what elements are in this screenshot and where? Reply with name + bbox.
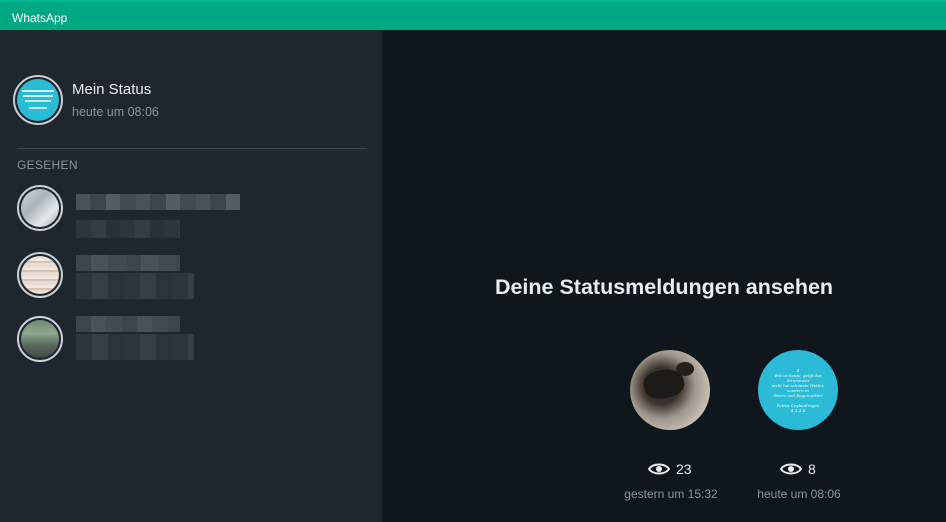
contact-avatar xyxy=(21,256,59,294)
divider xyxy=(17,148,367,149)
window-titlebar: WhatsApp xyxy=(0,0,946,30)
my-status-thumbnail-2[interactable]: 4 Wie es heute, geigt das Strommeer nicht … xyxy=(758,350,838,430)
view-count-2[interactable]: 8 xyxy=(780,461,816,477)
view-count-1[interactable]: 23 xyxy=(648,461,692,477)
status-time-2: heute um 08:06 xyxy=(757,487,841,501)
app-title: WhatsApp xyxy=(12,11,68,25)
section-header-seen: GESEHEN xyxy=(17,158,78,172)
contact-avatar xyxy=(21,320,59,358)
status-viewer-panel: Deine Statusmeldungen ansehen 23 gestern… xyxy=(382,30,946,522)
status-time-1: gestern um 15:32 xyxy=(624,487,718,501)
my-status-time: heute um 08:06 xyxy=(72,105,159,119)
blurred-contact-name xyxy=(76,255,180,271)
blurred-contact-time xyxy=(76,220,180,238)
my-status-title: Mein Status xyxy=(72,81,152,98)
viewer-heading: Deine Statusmeldungen ansehen xyxy=(494,275,834,299)
view-count-label: 23 xyxy=(676,461,692,477)
status-sidebar: Mein Status heute um 08:06 GESEHEN xyxy=(0,30,382,522)
eye-icon xyxy=(648,463,670,475)
eye-icon xyxy=(780,463,802,475)
blurred-contact-time xyxy=(76,273,194,299)
my-status-thumbnail xyxy=(17,79,59,121)
blurred-contact-time xyxy=(76,334,194,360)
blurred-contact-name xyxy=(76,316,180,332)
my-status-thumbnail-1[interactable] xyxy=(630,350,710,430)
contact-avatar xyxy=(21,189,59,227)
view-count-label: 8 xyxy=(808,461,816,477)
blurred-contact-name xyxy=(76,194,240,210)
